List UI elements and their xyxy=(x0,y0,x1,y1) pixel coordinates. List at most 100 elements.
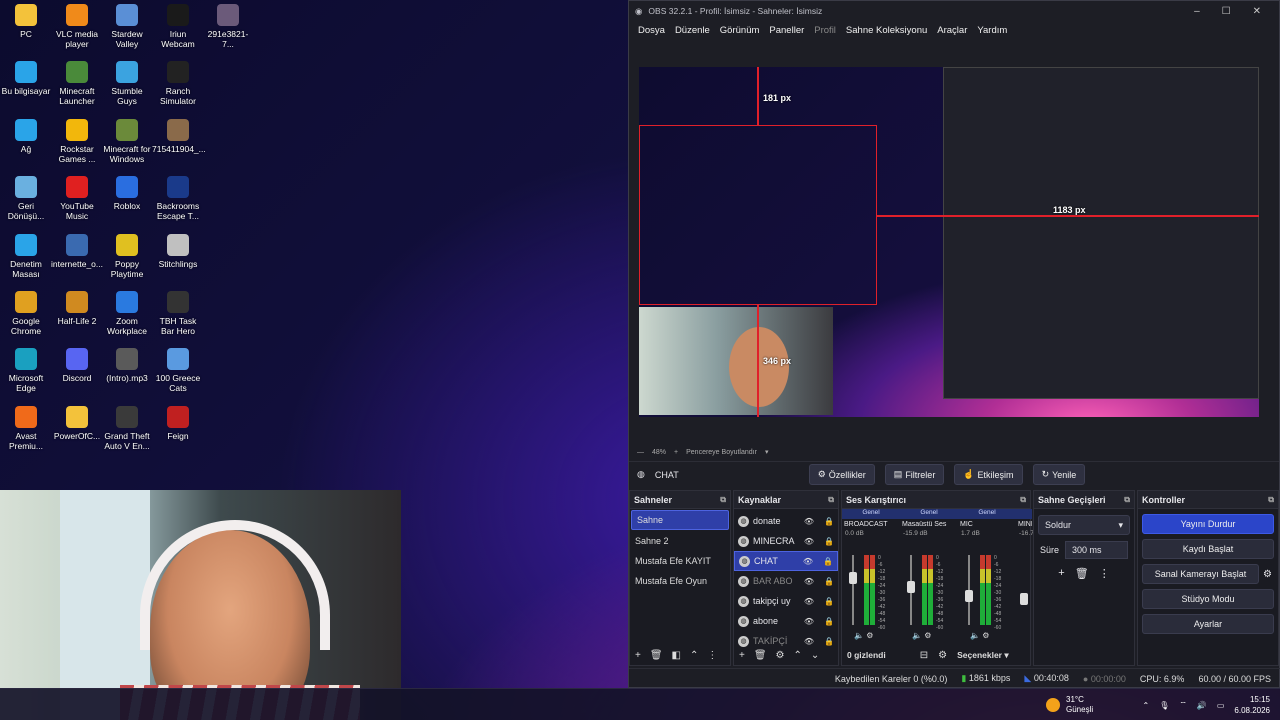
desktop-icon[interactable]: Bu bilgisayar xyxy=(0,57,52,113)
zoom-fit-dropdown[interactable]: Pencereye Boyutlandır xyxy=(686,449,757,456)
stop-streaming-button[interactable]: Yayını Durdur xyxy=(1142,514,1274,534)
desktop-icon[interactable]: Poppy Playtime xyxy=(101,230,153,286)
desktop-icon[interactable]: 291e3821-7... xyxy=(202,0,254,56)
lock-icon[interactable]: 🔒 xyxy=(824,517,834,526)
desktop-icon[interactable]: Discord xyxy=(51,344,103,400)
visibility-icon[interactable]: 👁 xyxy=(803,557,813,566)
more-icon[interactable]: ⋮ xyxy=(707,650,717,661)
refresh-button[interactable]: ↻ Yenile xyxy=(1032,464,1086,485)
more-icon[interactable]: ⋮ xyxy=(1099,567,1110,580)
settings-button[interactable]: Ayarlar xyxy=(1142,614,1274,634)
source-item[interactable]: ◍ CHAT 👁 🔒 xyxy=(734,551,838,571)
desktop-icon[interactable]: Geri Dönüşü... xyxy=(0,172,52,228)
start-virtual-camera-button[interactable]: Sanal Kamerayı Başlat xyxy=(1142,564,1260,584)
menu-item[interactable]: Sahne Koleksiyonu xyxy=(841,25,932,36)
menu-item[interactable]: Araçlar xyxy=(932,25,972,36)
desktop-icon[interactable]: TBH Task Bar Hero xyxy=(152,287,204,343)
lock-icon[interactable]: 🔒 xyxy=(823,557,833,566)
zoom-in-icon[interactable]: + xyxy=(674,449,678,456)
desktop-icon[interactable]: VLC media player xyxy=(51,0,103,56)
menu-item[interactable]: Görünüm xyxy=(715,25,765,36)
desktop-icon[interactable]: PC xyxy=(0,0,52,56)
desktop-icon[interactable]: Avast Premiu... xyxy=(0,402,52,458)
desktop-icon[interactable]: internette_o... xyxy=(51,230,103,286)
desktop-icon[interactable]: Grand Theft Auto V En... xyxy=(101,402,153,458)
dock-float-icon[interactable]: ⧉ xyxy=(720,495,726,505)
add-icon[interactable]: + xyxy=(1058,567,1064,580)
desktop-icon[interactable]: Google Chrome xyxy=(0,287,52,343)
settings-icon[interactable]: ⚙ xyxy=(866,631,873,640)
desktop-icon[interactable]: PowerOfC... xyxy=(51,402,103,458)
settings-icon[interactable]: ⚙ xyxy=(924,631,931,640)
fader-knob[interactable] xyxy=(965,590,973,602)
layout-icon[interactable]: ⊟ xyxy=(920,650,928,661)
add-icon[interactable]: + xyxy=(635,650,641,661)
microphone-icon[interactable]: 🎙 xyxy=(1159,701,1169,710)
desktop-icon[interactable]: 100 Greece Cats xyxy=(152,344,204,400)
desktop-icon[interactable]: Rockstar Games ... xyxy=(51,115,103,171)
preview-canvas[interactable]: 181 px 1183 px 346 px xyxy=(639,67,1259,417)
lock-icon[interactable]: 🔒 xyxy=(824,577,834,586)
filters-button[interactable]: ▤ Filtreler xyxy=(884,464,945,485)
chevron-up-icon[interactable]: ⌃ xyxy=(794,650,802,661)
menu-item[interactable]: Paneller xyxy=(764,25,809,36)
desktop-icon[interactable]: YouTube Music xyxy=(51,172,103,228)
interact-button[interactable]: ☝ Etkileşim xyxy=(954,464,1023,485)
fader-knob[interactable] xyxy=(907,581,915,593)
chevron-up-icon[interactable]: ⌃ xyxy=(690,650,698,661)
desktop-icon[interactable]: Backrooms Escape T... xyxy=(152,172,204,228)
lock-icon[interactable]: 🔒 xyxy=(824,537,834,546)
menu-item[interactable]: Düzenle xyxy=(670,25,715,36)
lock-icon[interactable]: 🔒 xyxy=(824,617,834,626)
properties-button[interactable]: ⚙ Özellikler xyxy=(808,464,875,485)
filter-icon[interactable]: ◧ xyxy=(672,650,681,661)
scene-item[interactable]: Mustafa Efe Oyun xyxy=(630,571,730,591)
trash-icon[interactable]: 🗑 xyxy=(754,650,767,661)
source-item[interactable]: ◍ BAR ABO 👁 🔒 xyxy=(734,571,838,591)
desktop-icon[interactable]: Zoom Workplace xyxy=(101,287,153,343)
desktop-icon[interactable]: 715411904_... xyxy=(152,115,206,171)
lock-icon[interactable]: 🔒 xyxy=(824,597,834,606)
speaker-icon[interactable]: 🔈 xyxy=(854,631,864,640)
desktop-icon[interactable]: Minecraft Launcher xyxy=(51,57,103,113)
desktop-icon[interactable]: (Intro).mp3 xyxy=(101,344,153,400)
desktop-icon[interactable]: Stumble Guys xyxy=(101,57,153,113)
dock-float-icon[interactable]: ⧉ xyxy=(828,495,834,505)
settings-icon[interactable]: ⚙ xyxy=(938,650,947,661)
desktop-icon[interactable]: Half-Life 2 xyxy=(51,287,103,343)
speaker-icon[interactable]: 🔈 xyxy=(970,631,980,640)
desktop-icon[interactable]: Minecraft for Windows xyxy=(101,115,153,171)
chevron-down-icon[interactable]: ⌄ xyxy=(811,650,819,661)
volume-icon[interactable]: 🔊 xyxy=(1197,701,1207,710)
source-item[interactable]: ◍ abone 👁 🔒 xyxy=(734,611,838,631)
zoom-out-icon[interactable]: — xyxy=(637,449,644,456)
chevron-up-icon[interactable]: ⌃ xyxy=(1142,701,1149,710)
settings-icon[interactable]: ⚙ xyxy=(982,631,989,640)
channel-name[interactable]: BROADCAST xyxy=(842,519,900,530)
desktop-icon[interactable]: Microsoft Edge xyxy=(0,344,52,400)
speaker-icon[interactable]: 🔈 xyxy=(912,631,922,640)
dock-float-icon[interactable]: ⧉ xyxy=(1124,495,1130,505)
channel-name[interactable]: MINE xyxy=(1016,519,1032,530)
clock[interactable]: 15:15 6.08.2026 xyxy=(1234,694,1270,716)
visibility-icon[interactable]: 👁 xyxy=(804,617,814,626)
maximize-icon[interactable]: ☐ xyxy=(1222,6,1231,17)
source-item[interactable]: ◍ donate 👁 🔒 xyxy=(734,511,838,531)
source-item[interactable]: ◍ MINECRA 👁 🔒 xyxy=(734,531,838,551)
channel-name[interactable]: MIC xyxy=(958,519,1016,530)
weather-widget[interactable]: 31°C Güneşli xyxy=(1046,695,1093,715)
desktop-icon[interactable]: Denetim Masası xyxy=(0,230,52,286)
transition-select[interactable]: Soldur ▾ xyxy=(1038,515,1130,535)
trash-icon[interactable]: 🗑 xyxy=(1075,567,1089,580)
fader-knob[interactable] xyxy=(849,572,857,584)
wifi-icon[interactable]: ⌔ xyxy=(1179,700,1187,710)
source-item[interactable]: ◍ takipçi uy 👁 🔒 xyxy=(734,591,838,611)
desktop-icon[interactable]: Ağ xyxy=(0,115,52,171)
visibility-icon[interactable]: 👁 xyxy=(804,597,814,606)
desktop-icon[interactable]: Feign xyxy=(152,402,204,458)
fader-knob[interactable] xyxy=(1020,593,1028,605)
menu-item[interactable]: Profil xyxy=(809,25,841,36)
menu-item[interactable]: Dosya xyxy=(633,25,670,36)
gear-icon[interactable]: ⚙ xyxy=(776,650,785,661)
options-button[interactable]: Seçenekler ▾ xyxy=(957,650,1009,661)
